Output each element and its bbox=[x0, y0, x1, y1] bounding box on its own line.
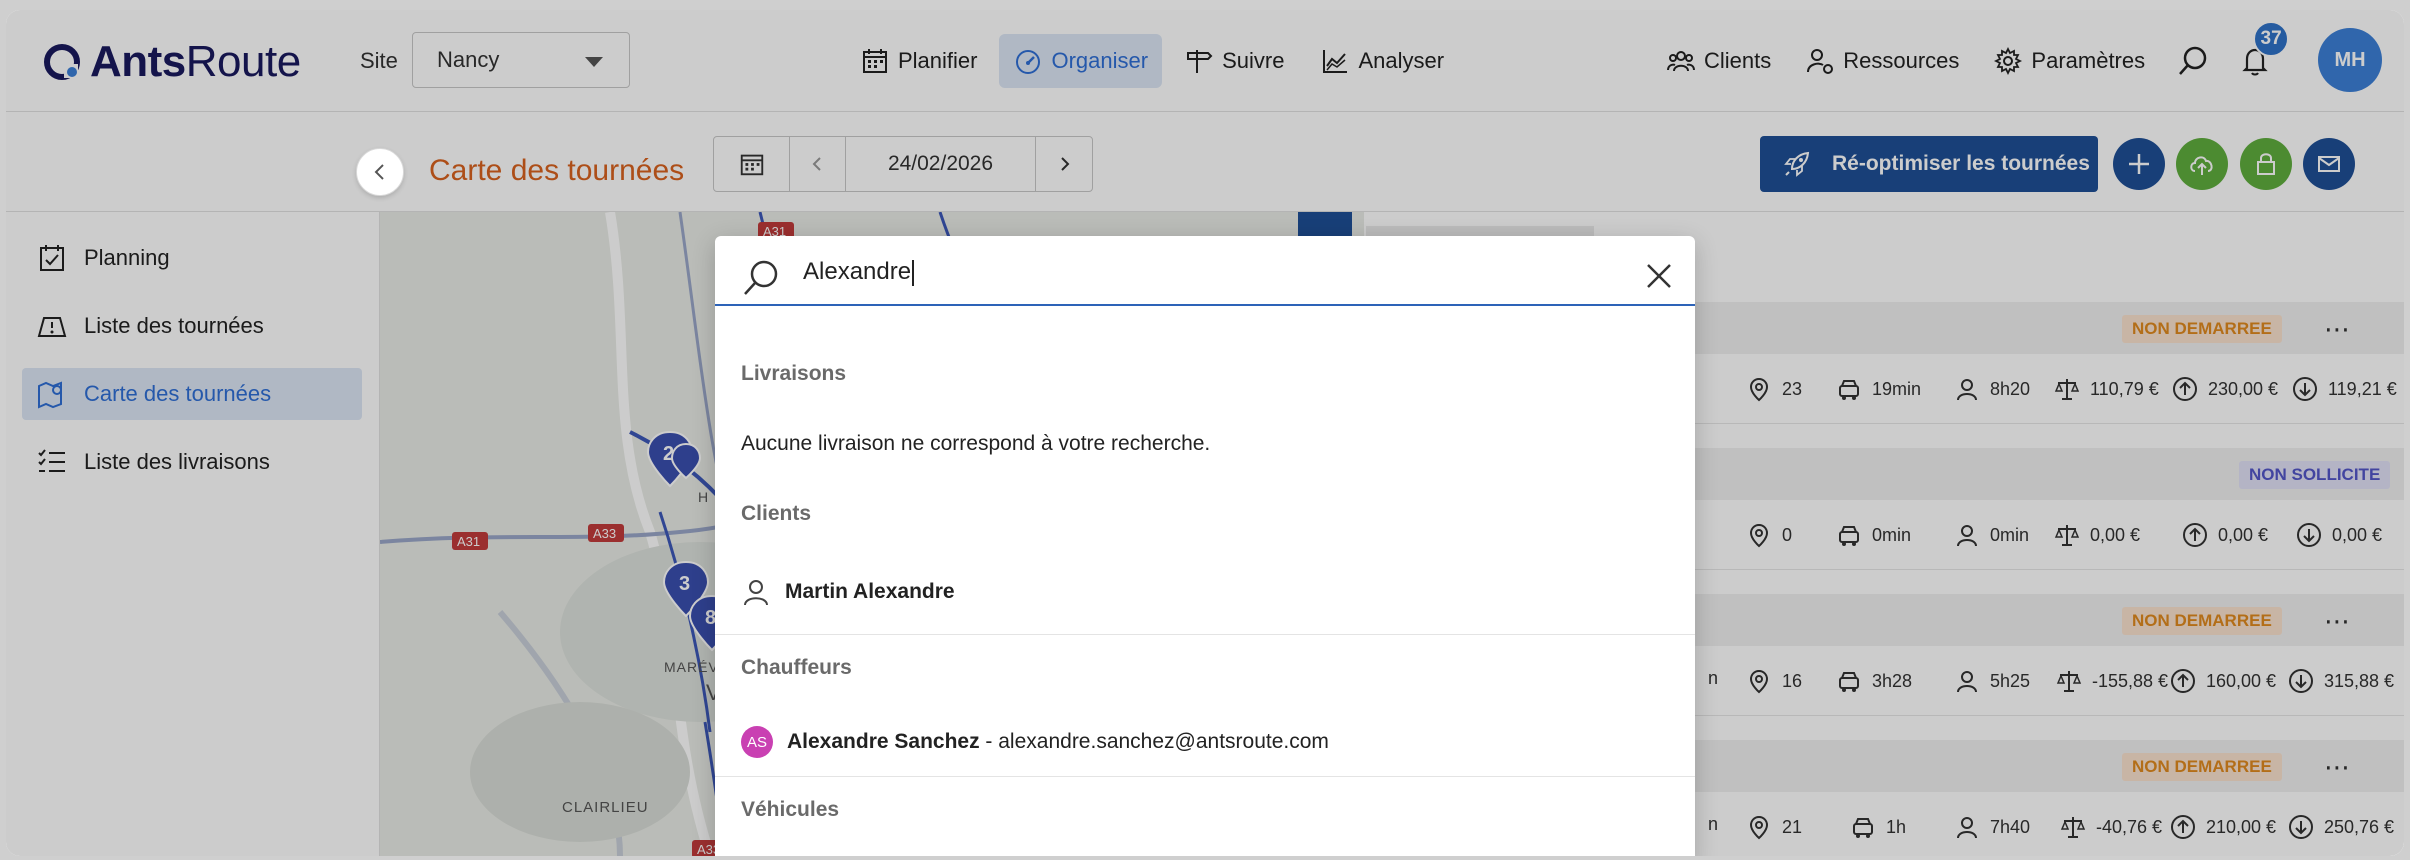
chevron-left-icon bbox=[374, 164, 384, 180]
deliveries-empty-message: Aucune livraison ne correspond à votre r… bbox=[741, 432, 1211, 455]
section-title-clients: Clients bbox=[741, 502, 812, 525]
driver-result-text: Alexandre Sanchez - alexandre.sanchez@an… bbox=[787, 730, 1329, 753]
app-window: AntsRoute Site Nancy Planifier Organiser… bbox=[6, 10, 2404, 856]
collapse-sidebar-button[interactable] bbox=[356, 148, 404, 196]
driver-result[interactable]: AS Alexandre Sanchez - alexandre.sanchez… bbox=[715, 710, 1695, 774]
section-title-deliveries: Livraisons bbox=[741, 362, 847, 385]
driver-avatar: AS bbox=[741, 726, 773, 758]
client-result[interactable]: Martin Alexandre bbox=[715, 560, 1695, 624]
user-icon bbox=[744, 580, 768, 606]
section-title-drivers: Chauffeurs bbox=[741, 656, 852, 679]
search-bar: Alexandre bbox=[715, 236, 1695, 306]
divider bbox=[715, 776, 1695, 777]
client-result-name: Martin Alexandre bbox=[785, 580, 955, 603]
search-icon bbox=[744, 260, 778, 295]
search-input[interactable]: Alexandre bbox=[803, 258, 915, 286]
section-title-vehicles: Véhicules bbox=[741, 798, 840, 821]
close-icon[interactable] bbox=[1645, 262, 1673, 290]
search-modal: Alexandre Livraisons Aucune livraison ne… bbox=[715, 236, 1695, 856]
divider bbox=[715, 634, 1695, 635]
